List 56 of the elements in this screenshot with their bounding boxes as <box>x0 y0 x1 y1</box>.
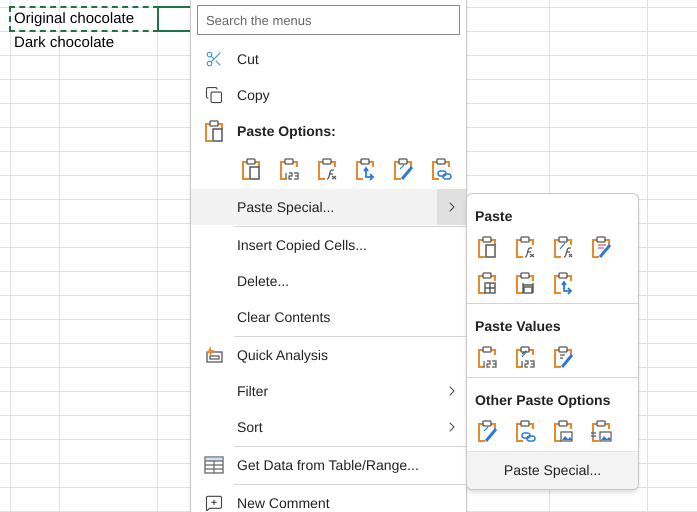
menu-item[interactable]: Delete... <box>191 263 466 299</box>
paste-option-icon[interactable] <box>391 157 415 181</box>
menu-item[interactable]: Insert Copied Cells... <box>191 227 466 263</box>
clipboard-icon <box>202 119 226 143</box>
paste-option-icon[interactable] <box>551 419 575 443</box>
paste-option-icon[interactable] <box>551 345 575 369</box>
new-comment-icon <box>205 494 223 512</box>
menu-item-label: New Comment <box>237 494 330 512</box>
paste-option-icon[interactable] <box>513 419 537 443</box>
paste-option-icon[interactable] <box>513 271 537 295</box>
paste-option-icon[interactable] <box>551 271 575 295</box>
paste-option-icon[interactable] <box>277 157 301 181</box>
menu-item[interactable]: Cut <box>191 41 466 77</box>
quick-analysis-icon <box>204 345 224 365</box>
paste-option-icon[interactable] <box>513 345 537 369</box>
paste-option-icon[interactable] <box>239 157 263 181</box>
search-field[interactable]: Search the menus <box>197 5 460 35</box>
paste-option-icon[interactable] <box>589 235 613 259</box>
table-cell[interactable]: Dark chocolate <box>10 31 158 55</box>
table-cell[interactable]: Original chocolate <box>10 7 158 31</box>
paste-option-icon[interactable] <box>353 157 377 181</box>
paste-special-button[interactable]: Paste Special... <box>467 451 638 489</box>
paste-option-icon[interactable] <box>475 345 499 369</box>
menu-item-label: Sort <box>237 418 263 436</box>
menu-item-label: Delete... <box>237 272 290 290</box>
menu-item-label: Paste Special... <box>237 198 334 217</box>
section-title: Other Paste Options <box>475 391 612 410</box>
paste-option-icon[interactable] <box>513 235 537 259</box>
scissors-icon <box>205 50 223 68</box>
menu-item-label: Cut <box>237 50 259 68</box>
section-title: Paste <box>475 207 514 226</box>
menu-item-label: Quick Analysis <box>237 346 328 365</box>
table-icon <box>204 456 224 474</box>
menu-item[interactable]: Filter <box>191 373 466 409</box>
menu-item-label: Clear Contents <box>237 308 330 326</box>
menu-item[interactable]: Quick Analysis <box>191 337 466 373</box>
paste-option-icon[interactable] <box>589 419 613 443</box>
menu-item[interactable]: Copy <box>191 77 466 113</box>
copy-icon <box>205 86 223 104</box>
menu-item[interactable]: Sort <box>191 409 466 445</box>
menu-item-label: Filter <box>237 382 268 400</box>
paste-option-icon[interactable] <box>551 235 575 259</box>
paste-option-icon[interactable] <box>475 271 499 295</box>
paste-option-icon[interactable] <box>475 235 499 259</box>
menu-item[interactable]: New Comment <box>191 485 466 512</box>
menu-item-label: Get Data from Table/Range... <box>237 456 419 475</box>
menu-item-label: Insert Copied Cells... <box>237 236 367 255</box>
paste-option-icon[interactable] <box>429 157 453 181</box>
menu-item-label: Copy <box>237 86 270 105</box>
section-title: Paste Options: <box>237 122 336 141</box>
paste-option-icon[interactable] <box>315 157 339 181</box>
menu-item[interactable]: Get Data from Table/Range... <box>191 447 466 483</box>
paste-option-icon[interactable] <box>475 419 499 443</box>
section-title: Paste Values <box>475 317 562 336</box>
menu-item[interactable]: Paste Special... <box>191 189 466 225</box>
menu-item[interactable]: Clear Contents <box>191 299 466 335</box>
